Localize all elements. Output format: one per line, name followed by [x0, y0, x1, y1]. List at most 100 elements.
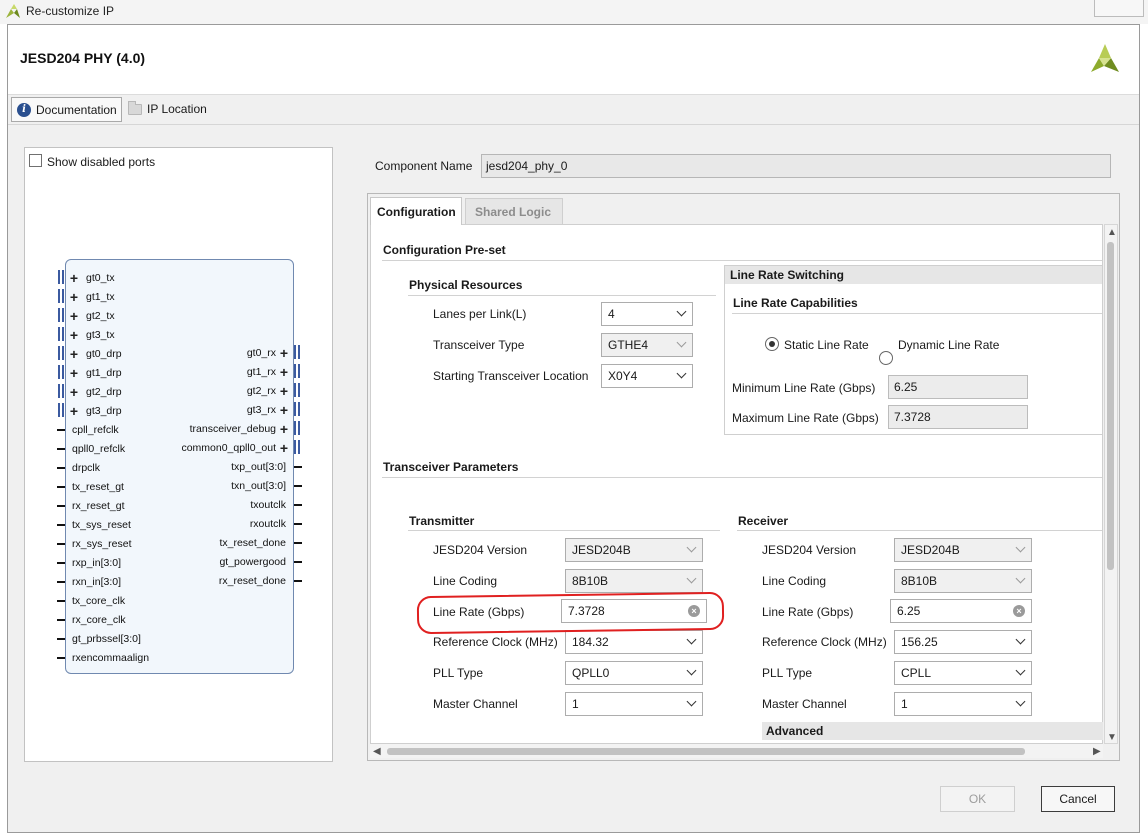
capabilities-divider [732, 313, 1102, 314]
rx-rate-input[interactable]: 6.25 × [890, 599, 1032, 623]
physical-divider [408, 295, 716, 296]
transceiver-type-select[interactable]: GTHE4 [601, 333, 693, 357]
port-wire [294, 485, 302, 487]
port-wire [57, 657, 65, 659]
expand-plus-icon[interactable]: + [69, 290, 79, 304]
port-label: gt1_rx [246, 366, 276, 378]
tx-refclk-select[interactable]: 184.32 [565, 630, 703, 654]
expand-plus-icon[interactable]: + [69, 271, 79, 285]
clear-icon[interactable]: × [1013, 605, 1025, 617]
scroll-left-arrow-icon[interactable]: ◀ [373, 747, 381, 757]
line-rate-capabilities-title: Line Rate Capabilities [733, 296, 858, 310]
chevron-down-icon [686, 634, 697, 645]
red-highlight-annotation [416, 591, 725, 635]
expand-plus-icon[interactable]: + [279, 384, 289, 398]
tx-version-select[interactable]: JESD204B [565, 538, 703, 562]
bus-interface-icon [58, 346, 64, 360]
xilinx-logo-icon [1091, 44, 1119, 72]
port-wire [294, 504, 302, 506]
bus-interface-icon [58, 289, 64, 303]
port-label: gt0_drp [86, 348, 122, 360]
chevron-down-icon [686, 542, 697, 553]
port-label: rx_reset_gt [72, 500, 125, 512]
transceiver-type-value: GTHE4 [608, 338, 649, 352]
port-label: rxn_in[3:0] [72, 576, 122, 588]
rx-version-select[interactable]: JESD204B [894, 538, 1032, 562]
bus-interface-icon [58, 327, 64, 341]
tx-master-select[interactable]: 1 [565, 692, 703, 716]
port-wire [57, 562, 65, 564]
show-disabled-ports-checkbox[interactable] [29, 154, 42, 167]
rx-pll-label: PLL Type [762, 666, 813, 680]
start-location-value: X0Y4 [608, 369, 638, 383]
port-wire [57, 467, 65, 469]
lanes-select[interactable]: 4 [601, 302, 693, 326]
rx-pll-select[interactable]: CPLL [894, 661, 1032, 685]
expand-plus-icon[interactable]: + [69, 309, 79, 323]
cancel-button[interactable]: Cancel [1041, 786, 1115, 812]
port-wire [57, 505, 65, 507]
port-label: gt_prbssel[3:0] [72, 633, 141, 645]
start-location-label: Starting Transceiver Location [433, 369, 589, 383]
port-label: gt3_drp [86, 405, 122, 417]
port-wire [57, 429, 65, 431]
port-wire [57, 524, 65, 526]
port-label: transceiver_debug [189, 423, 276, 435]
tab-configuration[interactable]: Configuration [370, 197, 462, 225]
component-name-input[interactable]: jesd204_phy_0 [481, 154, 1111, 178]
tx-version-label: JESD204 Version [433, 543, 528, 557]
chevron-down-icon [686, 696, 697, 707]
port-wire [294, 561, 302, 563]
ok-button[interactable]: OK [940, 786, 1015, 812]
port-label: common0_qpll0_out [181, 442, 276, 454]
physical-resources-title: Physical Resources [409, 278, 523, 292]
chevron-down-icon [1015, 573, 1026, 584]
tx-coding-select[interactable]: 8B10B [565, 569, 703, 593]
expand-plus-icon[interactable]: + [279, 441, 289, 455]
dynamic-line-rate-radio[interactable] [879, 351, 893, 365]
preset-section-title: Configuration Pre-set [383, 243, 506, 257]
static-line-rate-radio[interactable] [765, 337, 779, 351]
expand-plus-icon[interactable]: + [69, 366, 79, 380]
vertical-scroll-thumb[interactable] [1107, 242, 1114, 570]
bus-interface-icon [58, 365, 64, 379]
tx-coding-value: 8B10B [572, 574, 609, 588]
ip-location-button[interactable]: IP Location [128, 100, 207, 118]
tx-pll-select[interactable]: QPLL0 [565, 661, 703, 685]
expand-plus-icon[interactable]: + [69, 385, 79, 399]
expand-plus-icon[interactable]: + [69, 404, 79, 418]
expand-plus-icon[interactable]: + [279, 403, 289, 417]
folder-icon [128, 100, 142, 115]
scroll-up-arrow-icon[interactable]: ▲ [1107, 228, 1117, 238]
expand-plus-icon[interactable]: + [279, 422, 289, 436]
show-disabled-ports-label: Show disabled ports [47, 155, 156, 169]
tab-shared-logic[interactable]: Shared Logic [465, 198, 563, 224]
tx-refclk-label: Reference Clock (MHz) [433, 635, 558, 649]
port-label: gt2_rx [246, 385, 276, 397]
expand-plus-icon[interactable]: + [279, 365, 289, 379]
port-label: txp_out[3:0] [231, 461, 286, 473]
expand-plus-icon[interactable]: + [69, 347, 79, 361]
scroll-down-arrow-icon[interactable]: ▼ [1107, 733, 1117, 743]
rx-refclk-value: 156.25 [901, 635, 938, 649]
port-label: gt1_drp [86, 367, 122, 379]
port-wire [294, 466, 302, 468]
rx-refclk-select[interactable]: 156.25 [894, 630, 1032, 654]
lanes-value: 4 [608, 307, 615, 321]
bus-interface-icon [294, 402, 300, 416]
start-location-select[interactable]: X0Y4 [601, 364, 693, 388]
rx-master-select[interactable]: 1 [894, 692, 1032, 716]
bus-interface-icon [58, 384, 64, 398]
window-close-button[interactable] [1094, 0, 1144, 17]
port-label: gt2_drp [86, 386, 122, 398]
rx-coding-select[interactable]: 8B10B [894, 569, 1032, 593]
chevron-down-icon [1015, 542, 1026, 553]
documentation-button[interactable]: i Documentation [11, 97, 122, 122]
horizontal-scroll-thumb[interactable] [387, 748, 1025, 755]
port-label: cpll_refclk [72, 424, 119, 436]
expand-plus-icon[interactable]: + [69, 328, 79, 342]
port-label: gt_powergood [219, 556, 286, 568]
expand-plus-icon[interactable]: + [279, 346, 289, 360]
scroll-right-arrow-icon[interactable]: ▶ [1093, 747, 1101, 757]
bus-interface-icon [58, 308, 64, 322]
